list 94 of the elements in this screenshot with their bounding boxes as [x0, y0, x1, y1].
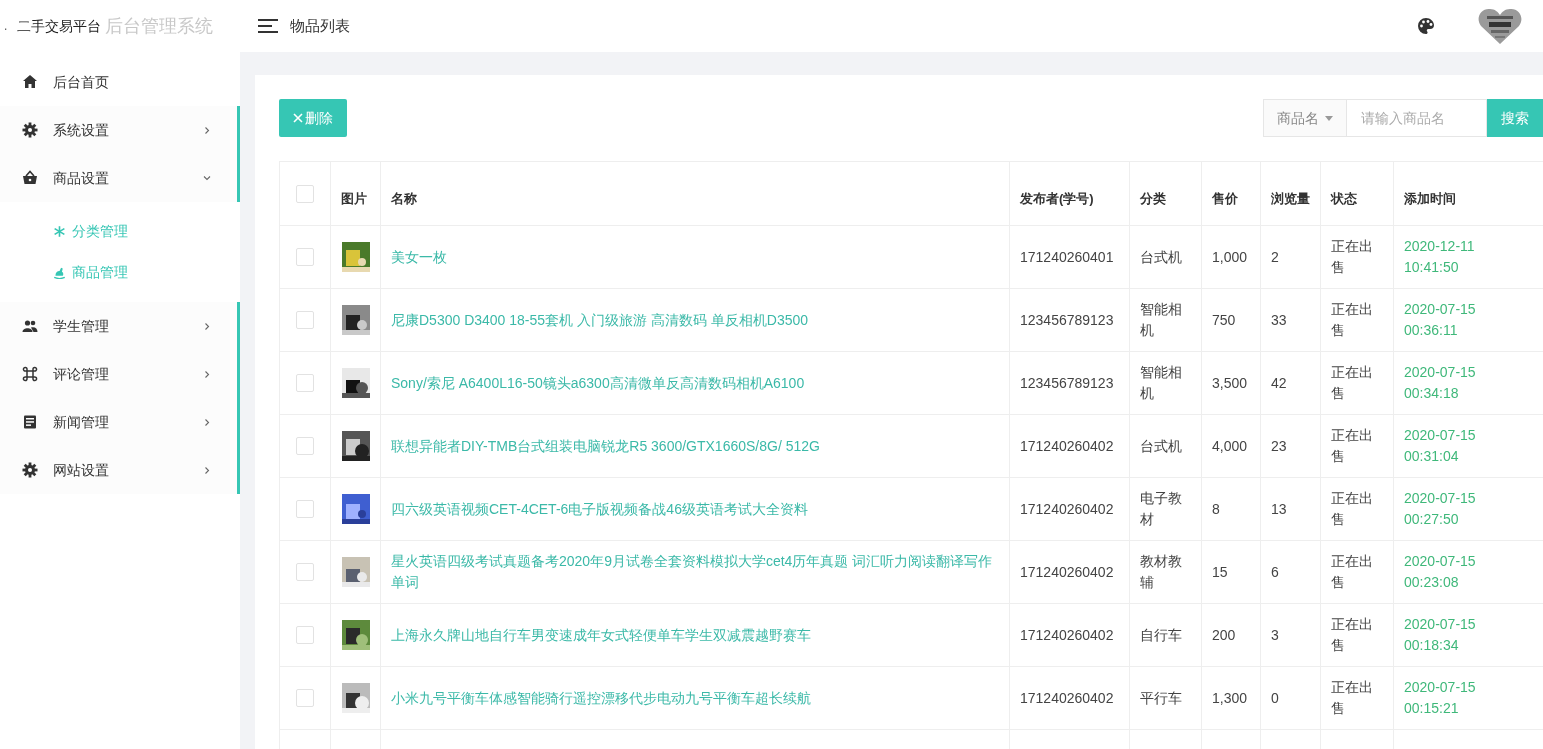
column-header: 添加时间 — [1393, 161, 1543, 226]
table-cell-text: 教材教辅 — [1140, 552, 1183, 592]
table-cell-text: 3,500 — [1212, 373, 1249, 393]
table-cell-text: 6 — [1271, 562, 1280, 582]
chevron-icon — [203, 126, 211, 134]
column-header: 发布者(学号) — [1009, 161, 1130, 226]
people-icon — [22, 318, 38, 334]
chevron-icon — [203, 174, 211, 182]
column-header: 图片 — [330, 161, 381, 226]
table-cell-text: 智能相机 — [1140, 363, 1183, 403]
brand-name: 二手交易平台 — [17, 16, 102, 36]
table-cell-text: 正在出售 — [1331, 678, 1374, 718]
table-cell-text: 171240260402 — [1020, 688, 1115, 708]
checkbox[interactable] — [296, 437, 314, 455]
date-time: 2020-07-15 00:34:18 — [1404, 363, 1477, 403]
table-cell-text: 电子教材 — [1140, 489, 1183, 529]
table-cell-text: 正在出售 — [1331, 237, 1374, 277]
checkbox[interactable] — [296, 374, 314, 392]
table-cell-text: 42 — [1271, 373, 1288, 393]
table-cell-text: 15 — [1212, 562, 1229, 582]
column-header: 名称 — [380, 161, 1010, 226]
date-time: 2020-07-15 00:36:11 — [1404, 300, 1477, 340]
home-icon — [22, 74, 38, 90]
date-time: 2020-12-11 10:41:50 — [1404, 237, 1476, 277]
checkbox[interactable] — [296, 626, 314, 644]
settings-icon — [22, 122, 38, 138]
checkbox[interactable] — [296, 311, 314, 329]
table-cell-text: 自行车 — [1140, 625, 1183, 645]
command-icon — [22, 366, 38, 382]
column-header: 售价 — [1201, 161, 1261, 226]
submenu-item[interactable]: 分类管理 — [0, 211, 237, 252]
delete-button[interactable]: 删除 — [279, 99, 347, 137]
table-cell-text: 171240260402 — [1020, 499, 1115, 519]
date-time: 2020-07-15 00:18:34 — [1404, 615, 1477, 655]
table-cell-text: 台式机 — [1140, 436, 1183, 456]
table-cell-text: 正在出售 — [1331, 552, 1374, 592]
checkbox[interactable] — [296, 184, 314, 203]
table-cell-text: 1,300 — [1212, 688, 1249, 708]
date-time: 2020-07-15 00:27:50 — [1404, 489, 1477, 529]
checkbox[interactable] — [296, 563, 314, 581]
table-cell-text: 正在出售 — [1331, 300, 1374, 340]
table-cell-text: 正在出售 — [1331, 363, 1374, 403]
menu-icon[interactable] — [258, 18, 278, 34]
table-cell-text: 正在出售 — [1331, 615, 1374, 655]
date-time: 2020-07-15 00:23:08 — [1404, 552, 1477, 592]
chevron-icon — [203, 370, 211, 378]
checkbox[interactable] — [296, 689, 314, 707]
table-cell-text: 171240260402 — [1020, 625, 1115, 645]
table-cell-text: 4,000 — [1212, 436, 1249, 456]
column-header: 状态 — [1320, 161, 1394, 226]
asterisk-icon — [53, 225, 66, 238]
brand-dot: . — [4, 18, 8, 35]
table-cell-text: 智能相机 — [1140, 300, 1183, 340]
table-cell-text: 123456789123 — [1020, 373, 1115, 393]
sidebar-item[interactable]: 后台首页 — [0, 58, 240, 106]
table-cell-text: 23 — [1271, 436, 1288, 456]
close-icon — [293, 113, 303, 123]
chevron-icon — [203, 322, 211, 330]
checkbox[interactable] — [296, 500, 314, 518]
basket-icon — [22, 170, 38, 186]
search-field-select[interactable]: 商品名 — [1263, 99, 1347, 137]
page-title: 物品列表 — [290, 15, 350, 36]
table-cell-text: 171240260402 — [1020, 436, 1115, 456]
table-cell-text: 123456789123 — [1020, 310, 1115, 330]
document-icon — [22, 414, 38, 430]
search-button[interactable]: 搜索 — [1487, 99, 1543, 137]
table-cell-text: 8 — [1212, 499, 1221, 519]
checkbox[interactable] — [296, 248, 314, 266]
column-header: 浏览量 — [1260, 161, 1321, 226]
chevron-icon — [203, 418, 211, 426]
table-cell-text: 33 — [1271, 310, 1288, 330]
settings-icon — [22, 462, 38, 478]
table-cell-text: 平行车 — [1140, 688, 1183, 708]
palette-icon[interactable] — [1417, 17, 1435, 35]
table-cell-text: 2 — [1271, 247, 1280, 267]
table-cell-text: 1,000 — [1212, 247, 1249, 267]
table-cell-text: 13 — [1271, 499, 1288, 519]
table-cell-text: 正在出售 — [1331, 426, 1374, 466]
table-cell-text: 171240260401 — [1020, 247, 1115, 267]
table-cell-text: 正在出售 — [1331, 489, 1374, 529]
table-cell-text: 171240260402 — [1020, 562, 1115, 582]
table-cell-text: 0 — [1271, 688, 1280, 708]
submenu-item[interactable]: 商品管理 — [0, 252, 237, 293]
search-field[interactable]: 请输入商品名 — [1347, 99, 1487, 137]
table-cell-text: 200 — [1212, 625, 1237, 645]
rocking-horse-icon — [53, 266, 66, 279]
chevron-icon — [203, 466, 211, 474]
caret-icon — [1325, 115, 1333, 121]
date-time: 2020-07-15 00:15:21 — [1404, 678, 1477, 718]
table-cell-text: 台式机 — [1140, 247, 1183, 267]
date-time: 2020-07-15 00:31:04 — [1404, 426, 1477, 466]
column-header: 分类 — [1129, 161, 1202, 226]
table-cell-text: 750 — [1212, 310, 1237, 330]
table-cell-text: 3 — [1271, 625, 1280, 645]
